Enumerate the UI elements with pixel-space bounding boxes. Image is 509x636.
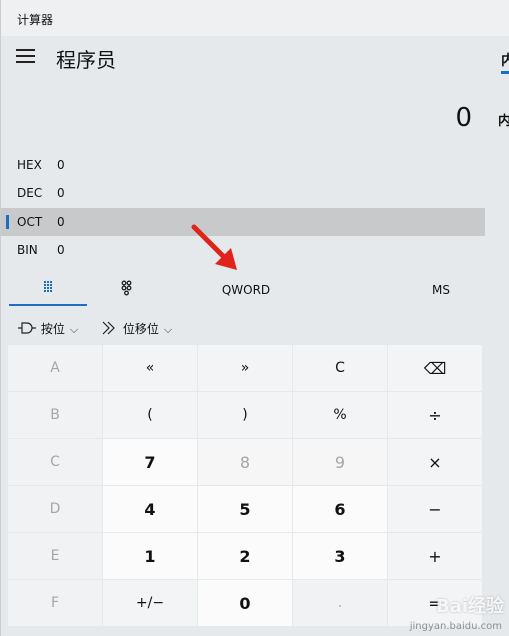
key-open-paren[interactable]: (: [103, 392, 197, 438]
radix-value: 0: [57, 186, 65, 200]
radix-row-hex[interactable]: HEX 0: [1, 151, 485, 179]
key-5[interactable]: 5: [198, 486, 292, 532]
window-title: 计算器: [17, 13, 54, 27]
selection-indicator: [6, 215, 9, 229]
radix-label: DEC: [17, 186, 43, 200]
bit-toggling-keypad-icon: [121, 280, 132, 296]
bitwise-dropdown[interactable]: 按位 ⌵: [17, 320, 78, 337]
chevron-down-icon: ⌵: [69, 323, 79, 336]
full-keypad-icon: [44, 281, 52, 292]
memory-store-button[interactable]: MS: [421, 283, 461, 297]
key-hex-e[interactable]: E: [8, 533, 102, 579]
active-keypad-underline: [9, 304, 87, 306]
radix-row-bin[interactable]: BIN 0: [1, 236, 485, 264]
bitwise-label: 按位: [40, 322, 65, 336]
key-9[interactable]: 9: [293, 439, 387, 485]
bitshift-label: 位移位: [122, 322, 159, 336]
radix-label: OCT: [17, 215, 43, 229]
radix-value: 0: [57, 243, 65, 257]
keypad-toolbar: QWORD MS: [1, 276, 485, 306]
key-hex-a[interactable]: A: [8, 345, 102, 391]
bitshift-dropdown[interactable]: 位移位 ⌵: [101, 320, 172, 337]
key-close-paren[interactable]: ): [198, 392, 292, 438]
bitwise-gate-icon: [18, 322, 36, 334]
key-left-shift[interactable]: «: [103, 345, 197, 391]
key-backspace[interactable]: ⌫: [388, 345, 482, 391]
key-multiply[interactable]: ×: [388, 439, 482, 485]
hamburger-menu-icon[interactable]: [16, 49, 35, 63]
key-clear[interactable]: C: [293, 345, 387, 391]
keypad: A « » C ⌫ B ( ) % ÷ C 7 8 9 × D 4 5 6 − …: [8, 345, 482, 632]
key-hex-f[interactable]: F: [8, 580, 102, 626]
radix-value: 0: [57, 215, 65, 229]
key-decimal[interactable]: .: [293, 580, 387, 626]
memory-panel-label: 内: [498, 114, 509, 129]
bit-shift-icon: [102, 321, 115, 335]
key-6[interactable]: 6: [293, 486, 387, 532]
mode-title: 程序员: [56, 48, 116, 72]
key-4[interactable]: 4: [103, 486, 197, 532]
radix-label: HEX: [17, 158, 42, 172]
key-0[interactable]: 0: [198, 580, 292, 626]
key-1[interactable]: 1: [103, 533, 197, 579]
tab-memory[interactable]: 内: [501, 50, 509, 70]
key-hex-b[interactable]: B: [8, 392, 102, 438]
word-size-button[interactable]: QWORD: [206, 283, 286, 297]
key-percent[interactable]: %: [293, 392, 387, 438]
tab-memory-underline: [501, 71, 509, 74]
radix-value: 0: [57, 158, 65, 172]
full-keypad-button[interactable]: [9, 276, 87, 306]
radix-label: BIN: [17, 243, 38, 257]
result-display: 0: [455, 103, 472, 133]
key-3[interactable]: 3: [293, 533, 387, 579]
annotation-arrow-icon: [191, 224, 237, 270]
radix-row-oct[interactable]: OCT 0: [1, 208, 485, 236]
watermark-url: jingyan.baidu.com: [409, 621, 502, 632]
chevron-down-icon: ⌵: [163, 323, 173, 336]
radix-row-dec[interactable]: DEC 0: [1, 179, 485, 207]
key-7[interactable]: 7: [103, 439, 197, 485]
bit-toggling-keypad-button[interactable]: [111, 276, 141, 306]
key-right-shift[interactable]: »: [198, 345, 292, 391]
title-bar: 计算器: [1, 0, 509, 36]
key-2[interactable]: 2: [198, 533, 292, 579]
key-divide[interactable]: ÷: [388, 392, 482, 438]
calculator-window: 计算器 程序员 内 内 0 HEX 0 DEC 0 OCT 0 BIN 0 QW…: [0, 0, 509, 636]
key-negate[interactable]: +/−: [103, 580, 197, 626]
key-8[interactable]: 8: [198, 439, 292, 485]
key-hex-d[interactable]: D: [8, 486, 102, 532]
key-subtract[interactable]: −: [388, 486, 482, 532]
key-add[interactable]: +: [388, 533, 482, 579]
watermark-logo: Bai经验: [435, 596, 504, 617]
key-hex-c[interactable]: C: [8, 439, 102, 485]
